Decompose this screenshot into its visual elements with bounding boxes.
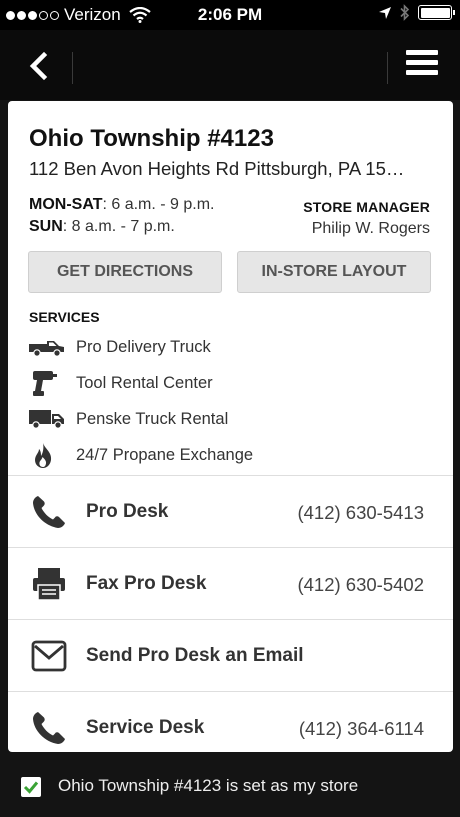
fax-icon bbox=[33, 568, 65, 601]
store-address[interactable]: 112 Ben Avon Heights Rd Pittsburgh, PA 1… bbox=[29, 158, 444, 180]
chevron-left-icon bbox=[29, 51, 48, 81]
pickup-truck-icon bbox=[28, 332, 68, 362]
in-store-layout-button[interactable]: IN-STORE LAYOUT bbox=[237, 251, 431, 293]
store-manager: STORE MANAGER Philip W. Rogers bbox=[303, 196, 430, 240]
bluetooth-icon bbox=[400, 4, 410, 21]
contact-row-service-desk[interactable]: Service Desk (412) 364-6114 bbox=[8, 691, 453, 752]
store-name: Ohio Township #4123 bbox=[29, 125, 274, 152]
status-icons bbox=[378, 4, 455, 21]
my-store-text: Ohio Township #4123 is set as my store bbox=[58, 776, 359, 795]
nav-divider bbox=[72, 52, 73, 84]
service-item: Pro Delivery Truck bbox=[28, 332, 211, 362]
service-item: 24/7 Propane Exchange bbox=[28, 440, 253, 470]
drill-icon bbox=[28, 368, 68, 398]
nav-divider bbox=[387, 52, 388, 84]
flame-icon bbox=[28, 440, 68, 470]
phone-icon bbox=[33, 712, 65, 744]
manager-label: STORE MANAGER bbox=[303, 199, 430, 215]
back-button[interactable] bbox=[22, 48, 58, 84]
manager-name: Philip W. Rogers bbox=[311, 220, 430, 237]
services-heading: SERVICES bbox=[29, 309, 100, 325]
store-hours: MON-SAT: 6 a.m. - 9 p.m. SUN: 8 a.m. - 7… bbox=[29, 194, 215, 238]
hamburger-menu-icon bbox=[406, 50, 438, 55]
menu-button[interactable] bbox=[406, 50, 438, 82]
status-bar: Verizon 2:06 PM bbox=[0, 0, 460, 30]
hours-weekday: MON-SAT: 6 a.m. - 9 p.m. bbox=[29, 196, 215, 213]
contact-row-email[interactable]: Send Pro Desk an Email bbox=[8, 619, 453, 691]
phone-icon bbox=[33, 496, 65, 528]
location-arrow-icon bbox=[379, 6, 391, 19]
store-card: Ohio Township #4123 112 Ben Avon Heights… bbox=[8, 101, 453, 752]
my-store-checkbox[interactable] bbox=[21, 777, 41, 797]
checkmark-icon bbox=[23, 781, 39, 794]
service-item: Penske Truck Rental bbox=[28, 404, 228, 434]
nav-bar bbox=[0, 30, 460, 100]
hours-sunday: SUN: 8 a.m. - 7 p.m. bbox=[29, 218, 175, 235]
envelope-icon bbox=[31, 640, 67, 672]
service-item: Tool Rental Center bbox=[28, 368, 213, 398]
battery-icon bbox=[418, 5, 455, 20]
get-directions-button[interactable]: GET DIRECTIONS bbox=[28, 251, 222, 293]
contact-row-fax-pro-desk[interactable]: Fax Pro Desk (412) 630-5402 bbox=[8, 547, 453, 619]
box-truck-icon bbox=[28, 404, 68, 434]
my-store-footer: Ohio Township #4123 is set as my store bbox=[0, 760, 460, 817]
contact-row-pro-desk[interactable]: Pro Desk (412) 630-5413 bbox=[8, 475, 453, 547]
